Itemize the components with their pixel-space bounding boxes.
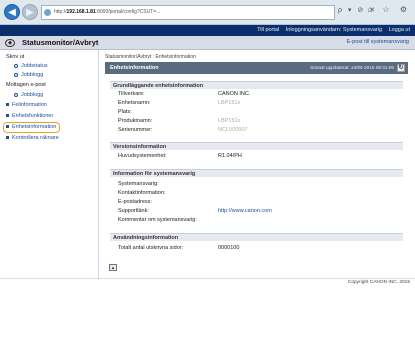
refresh-icon[interactable]: ↻	[397, 64, 405, 72]
bullet-icon	[6, 125, 9, 129]
sidebar-item-label: Kontrollera räknare	[12, 135, 59, 141]
url-host: 192.168.1.81	[66, 9, 96, 15]
section-version-info: Versionsinformation	[110, 142, 403, 150]
site-icon	[44, 9, 51, 16]
bullet-icon	[6, 114, 9, 118]
login-user-text: Inloggningsanvändarn: Systemansvarig	[285, 27, 383, 33]
manufacturer-label: Tillverkare:	[118, 91, 145, 97]
address-bar[interactable]: http://192.168.1.81:8000/portal/config?C…	[41, 5, 335, 20]
window-tools[interactable]: ⌂ ☆ ⚙	[367, 5, 411, 14]
title-bar: ◆ Statusmonitor/Avbryt E-post till syste…	[0, 36, 415, 50]
footer-divider	[0, 278, 415, 279]
portal-link[interactable]: Till portal	[257, 27, 279, 33]
status-monitor-icon: ◆	[5, 39, 15, 47]
sidebar-item-device-functions[interactable]: Enhetsfunktioner	[6, 113, 53, 119]
main-content: Statusmonitor/Avbryt : Enhetsinformation…	[105, 52, 408, 282]
browser-window: ◀ ▶ http://192.168.1.81:8000/portal/conf…	[0, 0, 415, 360]
sidebar-item-label: Jobblogg	[21, 92, 44, 98]
sidebar-item-job-log[interactable]: Jobblogg	[14, 72, 43, 78]
top-bar: Till portal Inloggningsanvändarn: System…	[0, 25, 415, 36]
section-header-bar: Enhetsinformation Senast uppdaterat: 24/…	[105, 62, 408, 74]
sidebar-item-job-status[interactable]: Jobbstatus	[14, 63, 48, 69]
sidebar: Skriv ut Jobbstatus Jobblogg Mottagen e-…	[0, 50, 99, 280]
location-label: Plats:	[118, 109, 132, 115]
total-pages-label: Totalt antal utskrivna sidor:	[118, 245, 184, 251]
bullet-icon	[14, 92, 18, 97]
total-pages-value: 0000100	[218, 245, 240, 251]
last-updated-text: Senast uppdaterat: 24/06 2015 08:31:06	[310, 65, 394, 70]
section-header-title: Enhetsinformation	[110, 65, 159, 71]
url-prefix: http://	[54, 9, 67, 15]
bullet-icon	[6, 136, 9, 140]
manufacturer-value: CANON INC.	[218, 91, 251, 97]
product-name-label: Produktnamn:	[118, 118, 153, 124]
forward-button[interactable]: ▶	[22, 4, 38, 20]
main-unit-label: Huvudsystemenhet:	[118, 153, 167, 159]
serial-number-label: Serienummer:	[118, 127, 153, 133]
logout-link[interactable]: Logga ut	[389, 27, 410, 33]
sidebar-section-email: Mottagen e-post	[6, 82, 46, 88]
support-link-label: Supportlänk:	[118, 208, 149, 214]
browser-toolbar: ◀ ▶ http://192.168.1.81:8000/portal/conf…	[0, 0, 415, 25]
sidebar-item-email-job-log[interactable]: Jobblogg	[14, 92, 43, 98]
sidebar-item-label: Enhetsfunktioner	[12, 113, 54, 119]
serial-number-value: NCLV00007	[218, 127, 248, 133]
page-top-icon[interactable]: ▲	[109, 264, 117, 271]
breadcrumb: Statusmonitor/Avbryt : Enhetsinformation	[105, 54, 196, 60]
contact-info-label: Kontaktinformation:	[118, 190, 166, 196]
sidebar-item-label: Jobbstatus	[21, 63, 48, 69]
email-admin-link[interactable]: E-post till systemansvarig	[347, 39, 409, 45]
back-button[interactable]: ◀	[4, 4, 20, 20]
sidebar-item-label: Felinformation	[12, 102, 47, 108]
bullet-icon	[14, 72, 18, 77]
sidebar-item-check-counter[interactable]: Kontrollera räknare	[6, 135, 59, 141]
section-usage-info: Användningsinformation	[110, 233, 403, 241]
bullet-icon	[14, 63, 18, 68]
bullet-icon	[6, 103, 9, 107]
section-basic-device-info: Grundläggande enhetsinformation	[110, 81, 403, 89]
url-path: :8000/portal/config?CSUT=...	[95, 9, 161, 15]
product-name-value: LBP151x	[218, 118, 241, 124]
device-name-value: LBP151x	[218, 100, 241, 106]
sidebar-section-print: Skriv ut	[6, 54, 25, 60]
email-address-label: E-postadress:	[118, 199, 152, 205]
section-admin-info: Information för systemansvarig	[110, 169, 403, 177]
sidebar-item-error-info[interactable]: Felinformation	[6, 102, 47, 108]
copyright-text: Copyright CANON INC. 2015	[347, 280, 410, 285]
support-link[interactable]: http://www.canon.com	[218, 208, 272, 214]
sidebar-item-label: Enhetsinformation	[12, 124, 57, 130]
main-unit-value: R1.04/PH	[218, 153, 242, 159]
page-title: Statusmonitor/Avbryt	[22, 38, 99, 47]
sidebar-item-label: Jobblogg	[21, 72, 44, 78]
device-name-label: Enhetsnamn:	[118, 100, 151, 106]
sidebar-item-device-info[interactable]: Enhetsinformation	[6, 124, 56, 130]
sysadmin-label: Systemansvarig:	[118, 181, 159, 187]
admin-comment-label: Kommentar om systemansvarig:	[118, 217, 197, 223]
